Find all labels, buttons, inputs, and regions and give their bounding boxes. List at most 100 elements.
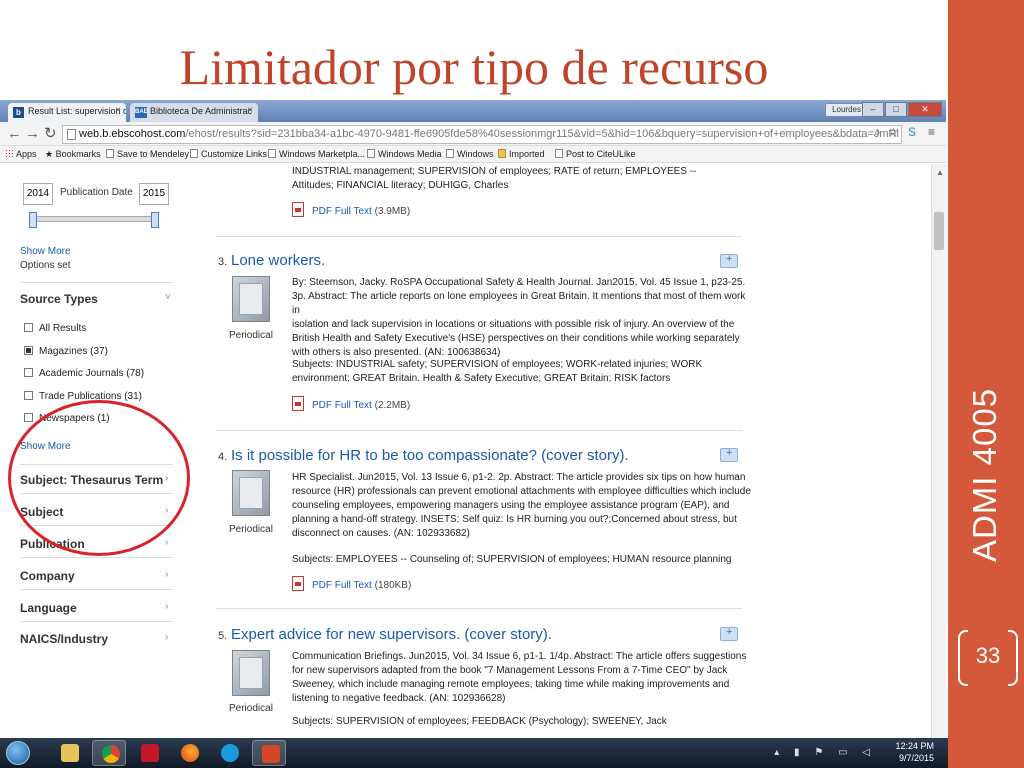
- date-slider-handle-left[interactable]: [29, 212, 37, 228]
- checkbox[interactable]: [24, 413, 33, 422]
- abstract-line: listening to negative feedback. (AN: 102…: [292, 693, 506, 704]
- tab-label: Biblioteca De Administrac: [150, 106, 253, 116]
- tab-close-icon[interactable]: ×: [247, 105, 253, 116]
- bookmark-mendeley[interactable]: Save to Mendeley: [106, 149, 189, 159]
- page-icon: [106, 149, 114, 158]
- periodical-icon[interactable]: [232, 470, 270, 516]
- date-slider-handle-right[interactable]: [151, 212, 159, 228]
- facet-language[interactable]: Language: [20, 601, 77, 615]
- scroll-up-icon[interactable]: ▲: [936, 168, 944, 177]
- bookmark-imported[interactable]: Imported: [498, 149, 545, 159]
- source-type-magazines[interactable]: Magazines (37): [24, 346, 108, 357]
- tab-strip: b Result List: supervision of × BAE Bibl…: [0, 100, 946, 122]
- chevron-down-icon[interactable]: ˅: [165, 292, 171, 303]
- bookmark-label: Windows Media: [378, 149, 442, 159]
- checkbox[interactable]: [24, 391, 33, 400]
- page-number-text: 33: [975, 643, 1001, 668]
- result-title-link[interactable]: Is it possible for HR to be too compassi…: [231, 447, 629, 464]
- chevron-right-icon[interactable]: ›: [165, 601, 168, 612]
- facet-company[interactable]: Company: [20, 569, 75, 583]
- tab-close-icon[interactable]: ×: [115, 105, 121, 116]
- maximize-icon[interactable]: □: [885, 102, 907, 117]
- pdf-full-text-link[interactable]: PDF Full Text (3.9MB): [292, 202, 410, 217]
- result-title-link[interactable]: Lone workers.: [231, 252, 325, 269]
- minimize-icon[interactable]: –: [862, 102, 884, 117]
- bookmark-label: Apps: [16, 149, 37, 159]
- result-subjects: Subjects: SUPERVISION of employees; FEED…: [292, 715, 752, 729]
- result-title-link[interactable]: Expert advice for new supervisors. (cove…: [231, 626, 552, 643]
- pdf-label: PDF Full Text: [312, 580, 372, 591]
- source-type-academic-journals[interactable]: Academic Journals (78): [24, 368, 144, 379]
- powerpoint-button[interactable]: [252, 740, 286, 766]
- windows-start-icon[interactable]: [6, 741, 30, 765]
- firefox-button[interactable]: [172, 740, 206, 766]
- result-type-label: Periodical: [229, 703, 273, 714]
- abstract-line: British Health and Safety Executive's (H…: [292, 333, 740, 344]
- date-to-input[interactable]: 2015: [139, 183, 169, 205]
- checkbox[interactable]: [24, 368, 33, 377]
- chrome-icon: [102, 745, 120, 763]
- abstract-line: By: Steemson, Jacky. RoSPA Occupational …: [292, 277, 746, 288]
- ebsco-favicon-icon: b: [13, 107, 24, 118]
- folder-icon: [498, 149, 506, 158]
- chevron-right-icon[interactable]: ›: [165, 632, 168, 643]
- bookmark-label: Customize Links: [201, 149, 268, 159]
- bookmark-windows-media[interactable]: Windows Media: [367, 149, 442, 159]
- forward-arrow-icon[interactable]: →: [25, 125, 40, 143]
- bookmark-windows-marketplace[interactable]: Windows Marketpla...: [268, 149, 365, 159]
- pdf-full-text-link[interactable]: PDF Full Text (2.2MB): [292, 396, 410, 411]
- pdf-size: (2.2MB): [374, 400, 411, 411]
- close-window-icon[interactable]: ✕: [908, 102, 942, 117]
- clock[interactable]: 12:24 PM 9/7/2015: [895, 740, 934, 764]
- menu-icon[interactable]: ≡: [928, 125, 935, 139]
- chevron-right-icon[interactable]: ›: [165, 537, 168, 548]
- file-explorer-button[interactable]: [52, 740, 86, 766]
- bookmark-windows[interactable]: Windows: [446, 149, 494, 159]
- address-bar[interactable]: web.b.ebscohost.com/ehost/results?sid=23…: [62, 125, 902, 144]
- bookmark-apps[interactable]: Apps: [5, 149, 37, 159]
- date-slider-track[interactable]: [32, 216, 158, 222]
- zoom-icon[interactable]: ⌕: [874, 125, 881, 140]
- chevron-right-icon[interactable]: ›: [165, 569, 168, 580]
- pdf-full-text-link[interactable]: PDF Full Text (180KB): [292, 576, 411, 591]
- pdf-label: PDF Full Text: [312, 400, 372, 411]
- abstract-line: resource (HR) professionals can prevent …: [292, 486, 751, 497]
- add-to-folder-icon[interactable]: [720, 447, 738, 462]
- source-types-heading[interactable]: Source Types: [20, 292, 98, 306]
- abstract-line: 3p. Abstract: The article reports on lon…: [292, 291, 746, 316]
- show-more-link[interactable]: Show More: [20, 246, 71, 257]
- abstract-line: counseling employees, empowering manager…: [292, 500, 730, 511]
- bookmark-customize-links[interactable]: Customize Links: [190, 149, 267, 159]
- checkbox[interactable]: [24, 323, 33, 332]
- source-type-all-results[interactable]: All Results: [24, 323, 86, 334]
- bookmark-citeulike[interactable]: Post to CiteULike: [555, 149, 636, 159]
- add-to-folder-icon[interactable]: [720, 626, 738, 641]
- star-icon[interactable]: ☆: [888, 125, 899, 139]
- divider: [216, 236, 742, 237]
- checkbox-checked[interactable]: [24, 346, 33, 355]
- bookmark-bookmarks[interactable]: ★ Bookmarks: [45, 149, 101, 160]
- periodical-icon[interactable]: [232, 276, 270, 322]
- tab-result-list[interactable]: b Result List: supervision of ×: [8, 103, 126, 122]
- chrome-button[interactable]: [92, 740, 126, 766]
- tab-biblioteca[interactable]: BAE Biblioteca De Administrac ×: [130, 103, 258, 122]
- abstract-line: for new supervisors adapted from the boo…: [292, 665, 728, 676]
- add-to-folder-icon[interactable]: [720, 253, 738, 268]
- abstract-line: Communication Briefings. Jun2015, Vol. 3…: [292, 651, 747, 662]
- reload-icon[interactable]: ↻: [44, 125, 57, 143]
- abstract-line: planning a hand-off strategy. INSETS: Se…: [292, 514, 737, 525]
- periodical-icon[interactable]: [232, 650, 270, 696]
- abstract-line: disconnect on causes. (AN: 102933682): [292, 528, 470, 539]
- mendeley-button[interactable]: [132, 740, 166, 766]
- facet-naics-industry[interactable]: NAICS/Industry: [20, 632, 108, 646]
- date-from-input[interactable]: 2014: [23, 183, 53, 205]
- checkbox-label: Magazines (37): [39, 346, 108, 357]
- scroll-thumb[interactable]: [934, 212, 944, 250]
- skype-button[interactable]: [212, 740, 246, 766]
- subjects-line: Subjects: SUPERVISION of employees; FEED…: [292, 716, 667, 727]
- back-arrow-icon[interactable]: ←: [7, 125, 22, 143]
- slide-page-number: 33: [958, 630, 1018, 686]
- skype-extension-icon[interactable]: S: [908, 125, 916, 139]
- system-tray-icons[interactable]: ▴ ▮ ⚑ ▭ ◁: [774, 747, 876, 758]
- scrollbar[interactable]: ▲: [931, 164, 946, 738]
